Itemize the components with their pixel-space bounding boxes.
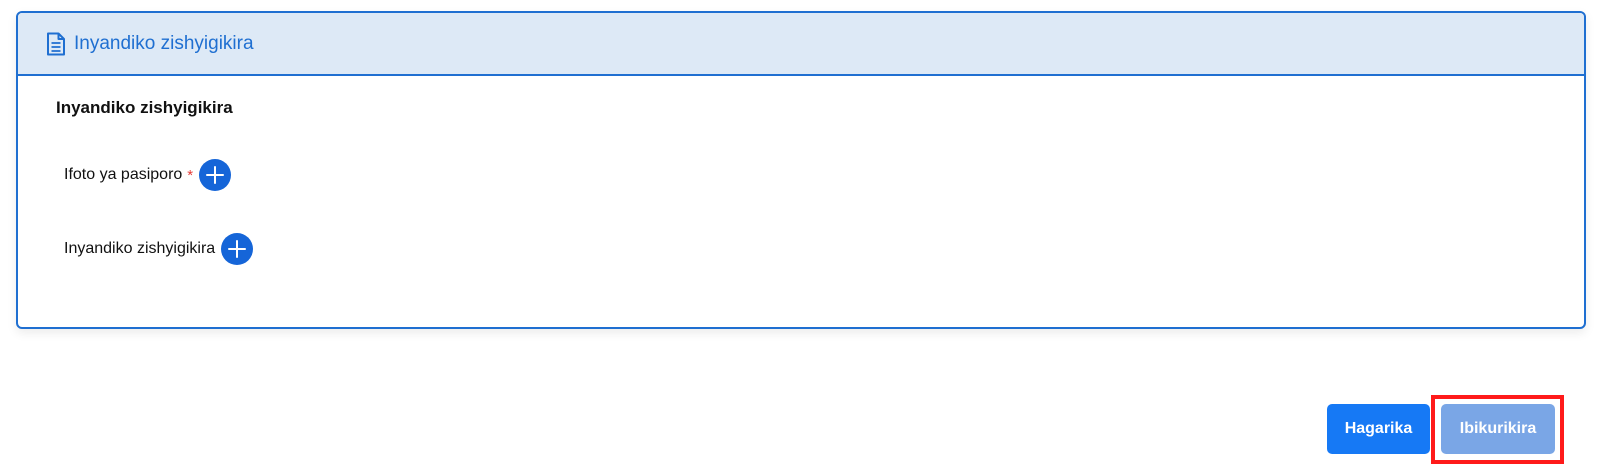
supporting-documents-panel: Inyandiko zishyigikira Inyandiko zishyig… (16, 11, 1586, 329)
cancel-button[interactable]: Hagarika (1327, 404, 1430, 454)
required-asterisk: * (187, 166, 194, 184)
supporting-documents-label: Inyandiko zishyigikira (64, 240, 216, 257)
passport-photo-label: Ifoto ya pasiporo (64, 166, 183, 183)
panel-title: Inyandiko zishyigikira (74, 32, 254, 54)
document-icon (46, 32, 66, 56)
upload-row-supporting-documents: Inyandiko zishyigikira (64, 232, 1546, 266)
add-passport-photo-button[interactable] (199, 159, 232, 191)
panel-header: Inyandiko zishyigikira (18, 13, 1584, 76)
panel-body: Inyandiko zishyigikira Ifoto ya pasiporo… (18, 76, 1584, 327)
next-button[interactable]: Ibikurikira (1441, 404, 1555, 454)
upload-row-passport-photo: Ifoto ya pasiporo * (64, 158, 1546, 192)
add-supporting-document-button[interactable] (221, 233, 254, 265)
section-title: Inyandiko zishyigikira (56, 98, 233, 117)
